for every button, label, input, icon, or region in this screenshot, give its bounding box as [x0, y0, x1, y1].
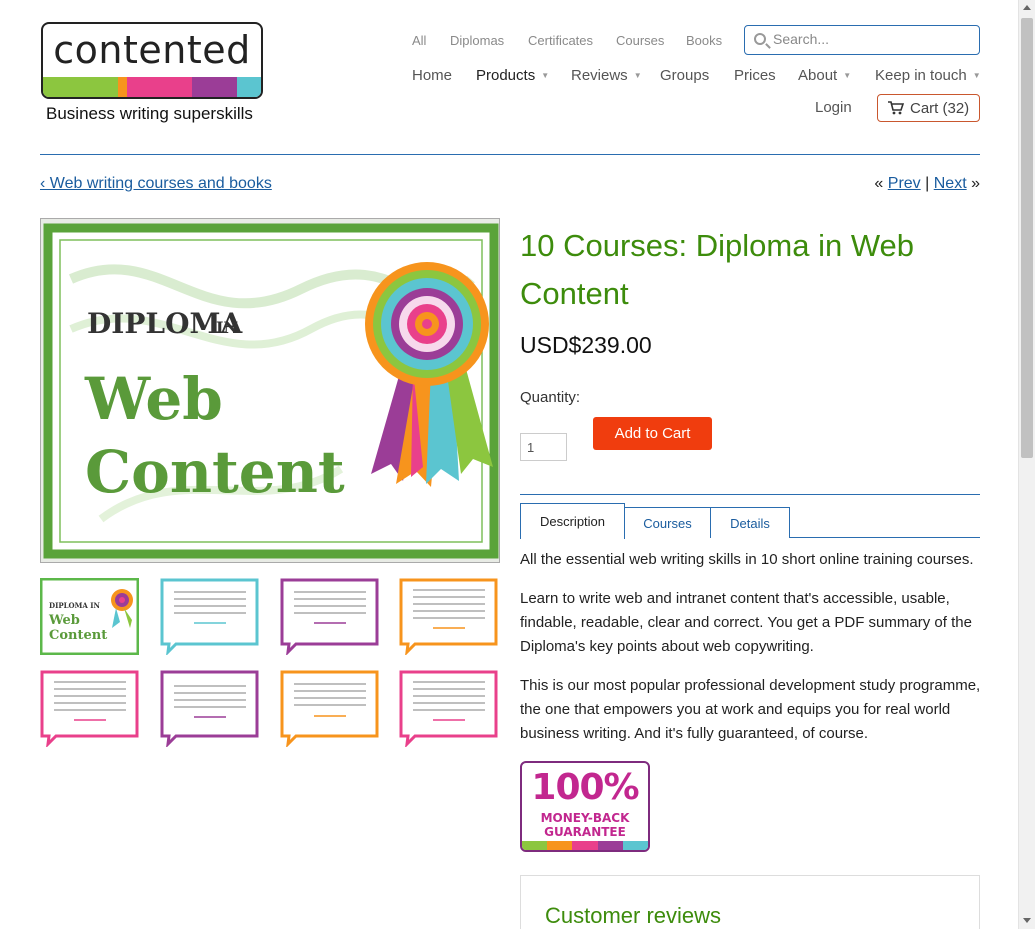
chevron-down-icon: ▼ [633, 71, 642, 80]
section-divider [520, 494, 980, 495]
nav-about[interactable]: About ▼ [798, 67, 851, 84]
thumbnail-7[interactable] [280, 670, 379, 747]
nav-keep-in-touch[interactable]: Keep in touch ▼ [875, 67, 981, 84]
thumbnail-8[interactable] [399, 670, 498, 747]
pager: « Prev | Next » [874, 175, 980, 193]
thumbnail-6[interactable] [160, 670, 259, 747]
category-diplomas[interactable]: Diplomas [450, 33, 504, 48]
header-divider [40, 154, 980, 155]
nav-about-label: About [798, 67, 838, 84]
pager-separator: | [925, 175, 930, 192]
category-books[interactable]: Books [686, 33, 722, 48]
search-icon [754, 33, 766, 45]
page-scrollbar[interactable] [1018, 0, 1035, 929]
tab-description[interactable]: Description [520, 503, 625, 539]
product-image[interactable]: DIPLOMA IN Web Content [40, 218, 500, 563]
nav-groups-label: Groups [660, 67, 710, 84]
chevron-down-icon: ▼ [972, 71, 981, 80]
nav-products[interactable]: Products ▼ [476, 67, 549, 84]
nav-groups[interactable]: Groups [660, 67, 709, 84]
prev-link[interactable]: Prev [888, 175, 921, 192]
login-link[interactable]: Login [815, 99, 852, 116]
quantity-label: Quantity: [520, 389, 581, 406]
svg-text:Web: Web [48, 613, 80, 628]
description-paragraph-1: All the essential web writing skills in … [520, 551, 974, 568]
diploma-web: Web [84, 365, 223, 433]
pager-left-quote: « [874, 175, 884, 192]
category-courses[interactable]: Courses [616, 33, 664, 48]
money-back-guarantee-badge: 100% MONEY-BACK GUARANTEE [520, 761, 650, 852]
category-certificates[interactable]: Certificates [528, 33, 593, 48]
logo[interactable]: contented [41, 22, 263, 99]
badge-percent: 100% [531, 767, 639, 808]
svg-text:DIPLOMA IN: DIPLOMA IN [49, 601, 101, 610]
thumbnail-2[interactable] [160, 578, 259, 655]
scroll-down-arrow-icon[interactable] [1023, 918, 1031, 923]
nav-prices-label: Prices [734, 67, 776, 84]
cart-icon [888, 101, 904, 115]
tab-courses[interactable]: Courses [624, 507, 711, 538]
logo-text: contented [53, 28, 251, 72]
diploma-content: Content [85, 438, 345, 506]
scroll-up-arrow-icon[interactable] [1023, 5, 1031, 10]
customer-reviews-panel: Customer reviews [520, 875, 980, 929]
nav-keep-in-touch-label: Keep in touch [875, 67, 967, 84]
nav-reviews[interactable]: Reviews ▼ [571, 67, 642, 84]
nav-reviews-label: Reviews [571, 67, 628, 84]
svg-text:Content: Content [49, 628, 107, 643]
logo-stripes [43, 77, 261, 97]
tab-details[interactable]: Details [710, 507, 790, 538]
diploma-in: IN [216, 318, 238, 337]
thumbnail-4[interactable] [399, 578, 498, 655]
quantity-input[interactable] [520, 433, 567, 461]
description-paragraph-3: This is our most popular professional de… [520, 677, 981, 742]
search-box [744, 25, 980, 55]
description-paragraph-2: Learn to write web and intranet content … [520, 590, 972, 655]
cart-label: Cart (32) [910, 99, 970, 117]
category-all[interactable]: All [412, 33, 426, 48]
cart-button[interactable]: Cart (32) [877, 94, 980, 122]
product-price: USD$239.00 [520, 332, 652, 358]
thumbnail-1[interactable]: DIPLOMA IN Web Content [40, 578, 139, 655]
badge-line-1: MONEY-BACK [540, 811, 630, 825]
add-to-cart-button[interactable]: Add to Cart [593, 417, 712, 450]
back-link[interactable]: ‹ Web writing courses and books [40, 175, 272, 193]
badge-stripes [522, 841, 648, 850]
brand-tagline: Business writing superskills [46, 104, 253, 123]
thumbnail-5[interactable] [40, 670, 139, 747]
nav-home[interactable]: Home [412, 67, 452, 84]
badge-line-2: GUARANTEE [544, 825, 626, 839]
scrollbar-thumb[interactable] [1021, 18, 1033, 458]
thumbnail-3[interactable] [280, 578, 379, 655]
nav-home-label: Home [412, 67, 453, 84]
search-input[interactable] [773, 31, 973, 47]
product-title: 10 Courses: Diploma in Web Content [520, 228, 914, 311]
nav-prices[interactable]: Prices [734, 67, 776, 84]
next-link[interactable]: Next [934, 175, 967, 192]
pager-right-quote: » [971, 175, 980, 192]
chevron-down-icon: ▼ [541, 71, 550, 80]
nav-products-label: Products [476, 67, 536, 84]
customer-reviews-heading: Customer reviews [545, 903, 722, 928]
chevron-down-icon: ▼ [843, 71, 852, 80]
